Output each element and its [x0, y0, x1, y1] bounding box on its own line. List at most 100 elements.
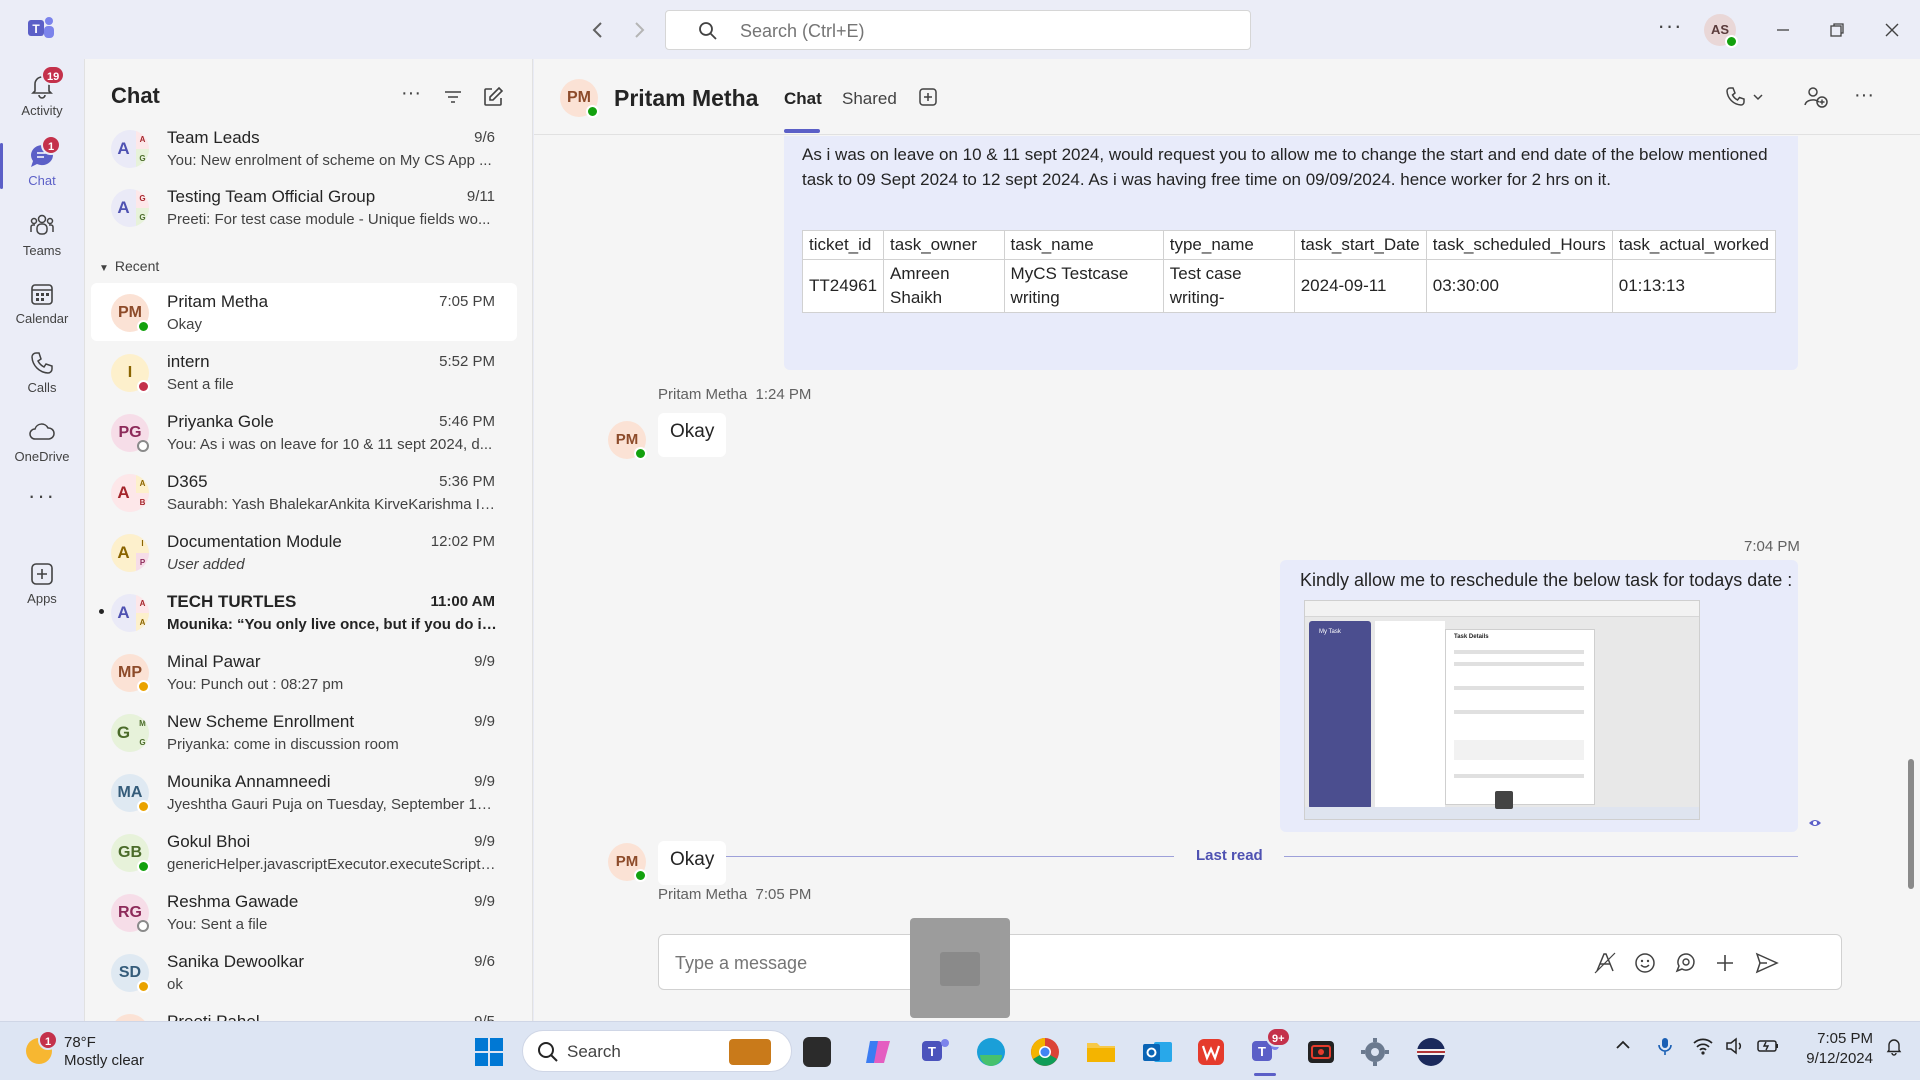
message-input[interactable] [675, 949, 1375, 977]
rail-item-calls[interactable]: Calls [0, 342, 84, 404]
chat-list-item[interactable]: A A G Team Leads 9/6 You: New enrolment … [91, 119, 517, 177]
user-avatar[interactable]: AS [1704, 14, 1738, 48]
message-sender: Pritam Metha 1:24 PM [658, 386, 812, 403]
show-hidden-icons-chevron-up-icon[interactable] [1614, 1036, 1632, 1054]
sent-message[interactable]: As i was on leave on 10 & 11 sept 2024, … [784, 136, 1798, 370]
table-header-cell: task_scheduled_Hours [1425, 230, 1613, 260]
received-message[interactable]: Okay [658, 413, 727, 457]
task-view-icon[interactable] [803, 1037, 831, 1067]
teams-work-icon[interactable]: T 9+ [1246, 1027, 1291, 1076]
received-message[interactable]: Okay [658, 841, 727, 885]
minimize-icon[interactable] [1769, 16, 1797, 44]
chat-list-item[interactable]: RG Reshma Gawade 9/9 You: Sent a file [91, 883, 517, 941]
outlook-icon[interactable] [1138, 1033, 1176, 1071]
format-icon[interactable] [1591, 949, 1619, 977]
presence-available-icon [586, 105, 599, 118]
scrollbar-thumb[interactable] [1908, 759, 1914, 889]
chat-list-item[interactable]: A G G Testing Team Official Group 9/11 P… [91, 178, 517, 236]
chat-list-item[interactable]: G M G New Scheme Enrollment 9/9 Priyanka… [91, 703, 517, 761]
message-list: As i was on leave on 10 & 11 sept 2024, … [534, 136, 1920, 926]
attach-plus-icon[interactable] [1711, 949, 1739, 977]
rail-item-activity[interactable]: 19 Activity [0, 65, 84, 127]
bell-icon: 19 [27, 65, 66, 101]
recent-section-header[interactable]: ▼ Recent [99, 258, 159, 274]
filter-icon[interactable] [441, 85, 465, 109]
more-options-icon[interactable]: ··· [399, 83, 423, 109]
tab-shared[interactable]: Shared [842, 89, 897, 109]
new-chat-icon[interactable] [481, 85, 505, 109]
attached-screenshot-image[interactable]: My Task Task Details [1304, 600, 1700, 820]
chat-list-item[interactable]: A I P Documentation Module 12:02 PM User… [91, 523, 517, 581]
more-options-icon[interactable]: ··· [1656, 15, 1684, 44]
rail-item-calendar[interactable]: Calendar [0, 273, 84, 335]
call-dropdown-icon[interactable] [1722, 83, 1768, 111]
chat-name: TECH TURTLES [167, 592, 297, 611]
rail-label: Teams [22, 243, 62, 258]
wifi-icon[interactable] [1692, 1036, 1714, 1056]
copilot-icon[interactable] [860, 1033, 898, 1071]
volume-icon[interactable] [1724, 1036, 1746, 1056]
clock[interactable]: 7:05 PM 9/12/2024 [1797, 1029, 1873, 1069]
rail-item-apps[interactable]: Apps [0, 553, 84, 615]
chat-time: 9/9 [474, 833, 495, 850]
chat-list-item[interactable]: I intern 5:52 PM Sent a file [91, 343, 517, 401]
loop-icon[interactable] [1671, 949, 1699, 977]
calendar-icon [27, 279, 57, 309]
chrome-browser-icon[interactable] [1026, 1033, 1064, 1071]
taskbar-search[interactable]: Search [522, 1030, 792, 1072]
emoji-icon[interactable] [1631, 949, 1659, 977]
presence-available-icon [634, 447, 647, 460]
tab-chat[interactable]: Chat [784, 89, 822, 109]
chat-preview: Okay [167, 316, 203, 333]
chat-name: Gokul Bhoi [167, 832, 251, 851]
chat-list-pane: Chat ··· A A G Team Leads 9/6 You: New e… [84, 59, 533, 1021]
compose-box[interactable] [658, 934, 1842, 990]
chat-list-item-unread[interactable]: A A A TECH TURTLES 11:00 AM Mounika: “Yo… [91, 583, 517, 641]
chat-time: 5:46 PM [439, 413, 495, 430]
chat-list-item[interactable]: SD Sanika Dewoolkar 9/6 ok [91, 943, 517, 1001]
rail-item-onedrive[interactable]: OneDrive [0, 411, 84, 473]
battery-icon[interactable] [1756, 1036, 1780, 1056]
activity-badge: 19 [41, 65, 66, 85]
chat-list-item-selected[interactable]: PM Pritam Metha 7:05 PM Okay [91, 283, 517, 341]
chat-list-item[interactable]: PP Preeti Pahel 9/5 [91, 1003, 517, 1021]
weather-widget[interactable]: 1 78°F Mostly clear [22, 1030, 222, 1072]
wps-office-icon[interactable] [1192, 1033, 1230, 1071]
file-explorer-icon[interactable] [1082, 1033, 1120, 1071]
add-tab-icon[interactable] [914, 83, 942, 111]
chat-preview: You: Sent a file [167, 916, 268, 933]
search-box[interactable] [665, 10, 1251, 50]
avatar[interactable]: PM [560, 79, 599, 118]
add-app-icon [27, 559, 57, 589]
more-apps-icon[interactable]: ··· [0, 483, 84, 545]
send-icon[interactable] [1753, 949, 1781, 977]
search-input[interactable] [740, 19, 1220, 43]
more-options-icon[interactable]: ··· [1850, 83, 1878, 111]
settings-gear-icon[interactable] [1356, 1033, 1394, 1071]
windows-start-icon[interactable] [470, 1033, 508, 1071]
vpn-globe-icon[interactable] [1412, 1033, 1450, 1071]
teams-personal-icon[interactable]: T [916, 1033, 954, 1071]
rail-item-teams[interactable]: Teams [0, 205, 84, 267]
chat-list-item[interactable]: PG Priyanka Gole 5:46 PM You: As i was o… [91, 403, 517, 461]
table-header-cell: task_start_Date [1293, 230, 1427, 260]
add-people-icon[interactable] [1802, 83, 1830, 111]
sent-message[interactable]: Kindly allow me to reschedule the below … [1280, 560, 1798, 832]
chat-list-item[interactable]: GB Gokul Bhoi 9/9 genericHelper.javascri… [91, 823, 517, 881]
notification-bell-icon[interactable] [1884, 1036, 1904, 1056]
chat-time: 9/9 [474, 773, 495, 790]
title-bar: T ··· AS [0, 0, 1920, 59]
back-arrow-icon[interactable] [584, 16, 612, 44]
forward-arrow-icon[interactable] [625, 16, 653, 44]
chat-list-item[interactable]: A A B D365 5:36 PM Saurabh: Yash Bhaleka… [91, 463, 517, 521]
rail-item-chat[interactable]: 1 Chat [0, 135, 84, 197]
avatar: GB [111, 834, 150, 873]
chat-list-item[interactable]: MA Mounika Annamneedi 9/9 Jyeshtha Gauri… [91, 763, 517, 821]
edge-browser-icon[interactable] [972, 1033, 1010, 1071]
close-icon[interactable] [1878, 16, 1906, 44]
chat-list-item[interactable]: MP Minal Pawar 9/9 You: Punch out : 08:2… [91, 643, 517, 701]
chat-name: Team Leads [167, 128, 260, 147]
restore-icon[interactable] [1823, 16, 1851, 44]
screen-recorder-icon[interactable] [1302, 1033, 1340, 1071]
microphone-icon[interactable] [1656, 1036, 1674, 1056]
